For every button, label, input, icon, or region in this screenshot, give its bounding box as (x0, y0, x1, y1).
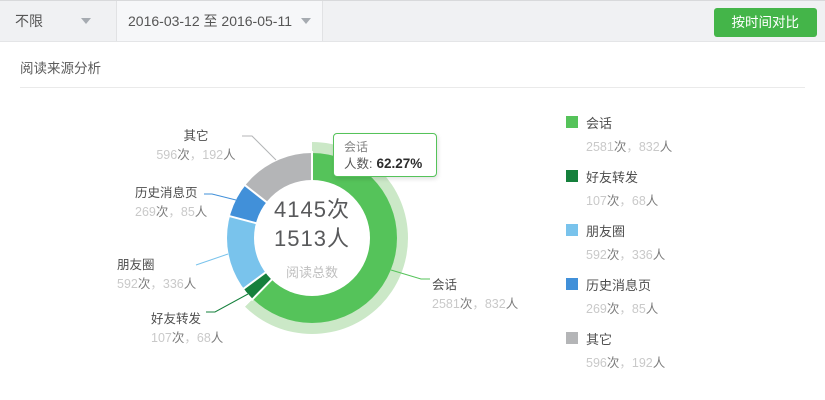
legend-swatch (566, 332, 578, 344)
callout-haoyouzhuanfa: 好友转发 107次，68人 (151, 311, 223, 348)
legend-item-haoyouzhuanfa[interactable]: 好友转发 107次，68人 (566, 169, 672, 223)
callout-huihua: 会话 2581次，832人 (432, 277, 518, 314)
section-divider (20, 87, 805, 88)
legend-item-huihua[interactable]: 会话 2581次，832人 (566, 115, 672, 169)
legend-swatch (566, 224, 578, 236)
callout-lishixiaoxiye: 历史消息页 269次，85人 (135, 185, 207, 222)
callout-pengyouquan: 朋友圈 592次，336人 (117, 257, 196, 294)
legend-item-lishixiaoxiye[interactable]: 历史消息页 269次，85人 (566, 277, 672, 331)
chart-tooltip: 会话 人数: 62.27% (333, 133, 437, 177)
compare-by-time-button[interactable]: 按时间对比 (714, 8, 818, 37)
legend: 会话 2581次，832人 好友转发 107次，68人 朋友圈 592次，336… (566, 115, 672, 385)
tooltip-value: 62.27% (376, 156, 422, 171)
chevron-down-icon (301, 18, 311, 24)
total-readers: 1513人 (274, 224, 350, 253)
tooltip-series: 会话 (344, 139, 426, 155)
scope-filter-dropdown[interactable]: 不限 (0, 1, 116, 41)
legend-swatch (566, 170, 578, 182)
total-label: 阅读总数 (286, 262, 338, 281)
total-reads: 4145次 (274, 195, 350, 224)
callout-qita: 其它 596次，192人 (146, 128, 246, 165)
legend-item-pengyouquan[interactable]: 朋友圈 592次，336人 (566, 223, 672, 277)
scope-filter-value: 不限 (15, 11, 43, 31)
page-title: 阅读来源分析 (20, 57, 101, 77)
chevron-down-icon (81, 18, 91, 24)
legend-swatch (566, 278, 578, 290)
toolbar: 不限 2016-03-12 至 2016-05-11 按时间对比 (0, 0, 825, 42)
legend-swatch (566, 116, 578, 128)
date-range-value: 2016-03-12 至 2016-05-11 (128, 11, 292, 31)
legend-item-qita[interactable]: 其它 596次，192人 (566, 331, 672, 385)
tooltip-metric: 人数: (344, 157, 372, 171)
leader-lines (0, 0, 825, 400)
donut-center: 4145次 1513人 阅读总数 (254, 180, 370, 296)
date-range-dropdown[interactable]: 2016-03-12 至 2016-05-11 (116, 1, 323, 41)
